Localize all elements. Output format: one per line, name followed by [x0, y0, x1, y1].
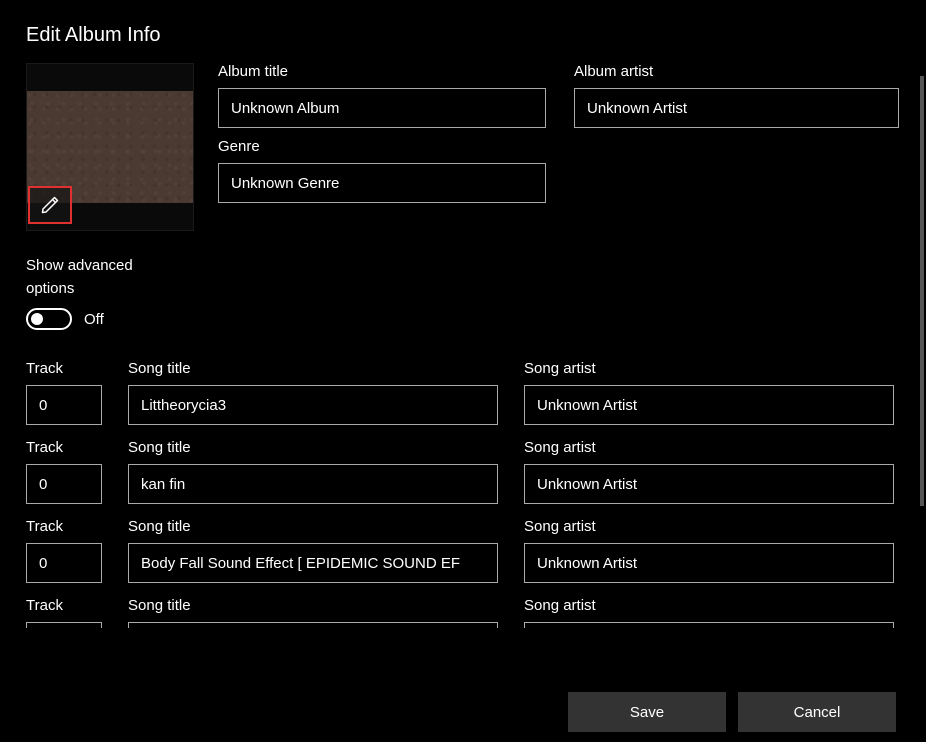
album-title-group: Album title Genre	[218, 63, 546, 231]
track-number-input[interactable]	[26, 385, 102, 425]
album-fields: Album title Genre Album artist	[218, 63, 899, 231]
album-title-label: Album title	[218, 63, 546, 80]
track-number-input[interactable]	[26, 464, 102, 504]
save-button[interactable]: Save	[568, 692, 726, 732]
advanced-options-label: Show advanced options	[26, 255, 166, 300]
track-number-input[interactable]	[26, 622, 102, 628]
album-title-input[interactable]	[218, 88, 546, 128]
song-artist-input[interactable]	[524, 464, 894, 504]
song-artist-input[interactable]	[524, 622, 894, 628]
song-title-label: Song title	[128, 360, 498, 377]
advanced-options-section: Show advanced options Off	[26, 255, 900, 330]
song-title-input[interactable]	[128, 543, 498, 583]
song-title-input[interactable]	[128, 622, 498, 628]
song-title-label: Song title	[128, 439, 498, 456]
album-artist-label: Album artist	[574, 63, 899, 80]
album-artist-input[interactable]	[574, 88, 899, 128]
song-artist-label: Song artist	[524, 597, 894, 614]
genre-label: Genre	[218, 138, 546, 155]
song-artist-label: Song artist	[524, 439, 894, 456]
edit-album-dialog: Edit Album Info Album title Genre Album …	[0, 0, 926, 628]
track-number-input[interactable]	[26, 543, 102, 583]
tracks-section: Track Song title Song artist Track Song …	[26, 360, 900, 628]
track-number-label: Track	[26, 597, 102, 614]
toggle-knob	[31, 313, 43, 325]
advanced-toggle-row: Off	[26, 308, 900, 330]
dialog-button-bar: Save Cancel	[568, 692, 896, 732]
track-number-label: Track	[26, 360, 102, 377]
song-title-input[interactable]	[128, 464, 498, 504]
advanced-options-toggle[interactable]	[26, 308, 72, 330]
scrollbar-thumb[interactable]	[920, 76, 924, 506]
cancel-button[interactable]: Cancel	[738, 692, 896, 732]
advanced-toggle-state: Off	[84, 311, 104, 328]
vertical-scrollbar[interactable]	[918, 76, 926, 656]
track-number-label: Track	[26, 518, 102, 535]
album-artist-group: Album artist	[574, 63, 899, 231]
song-artist-label: Song artist	[524, 360, 894, 377]
song-title-label: Song title	[128, 518, 498, 535]
edit-album-art-button[interactable]	[28, 186, 72, 224]
song-title-label: Song title	[128, 597, 498, 614]
album-art	[26, 63, 194, 231]
album-top-section: Album title Genre Album artist	[26, 63, 900, 231]
table-row: Track Song title Song artist	[26, 518, 900, 583]
pencil-icon	[40, 195, 60, 215]
table-row: Track Song title Song artist	[26, 439, 900, 504]
track-number-label: Track	[26, 439, 102, 456]
song-title-input[interactable]	[128, 385, 498, 425]
table-row: Track Song title Song artist	[26, 360, 900, 425]
table-row: Track Song title Song artist	[26, 597, 900, 628]
song-artist-label: Song artist	[524, 518, 894, 535]
song-artist-input[interactable]	[524, 543, 894, 583]
genre-input[interactable]	[218, 163, 546, 203]
dialog-title: Edit Album Info	[26, 24, 900, 47]
song-artist-input[interactable]	[524, 385, 894, 425]
